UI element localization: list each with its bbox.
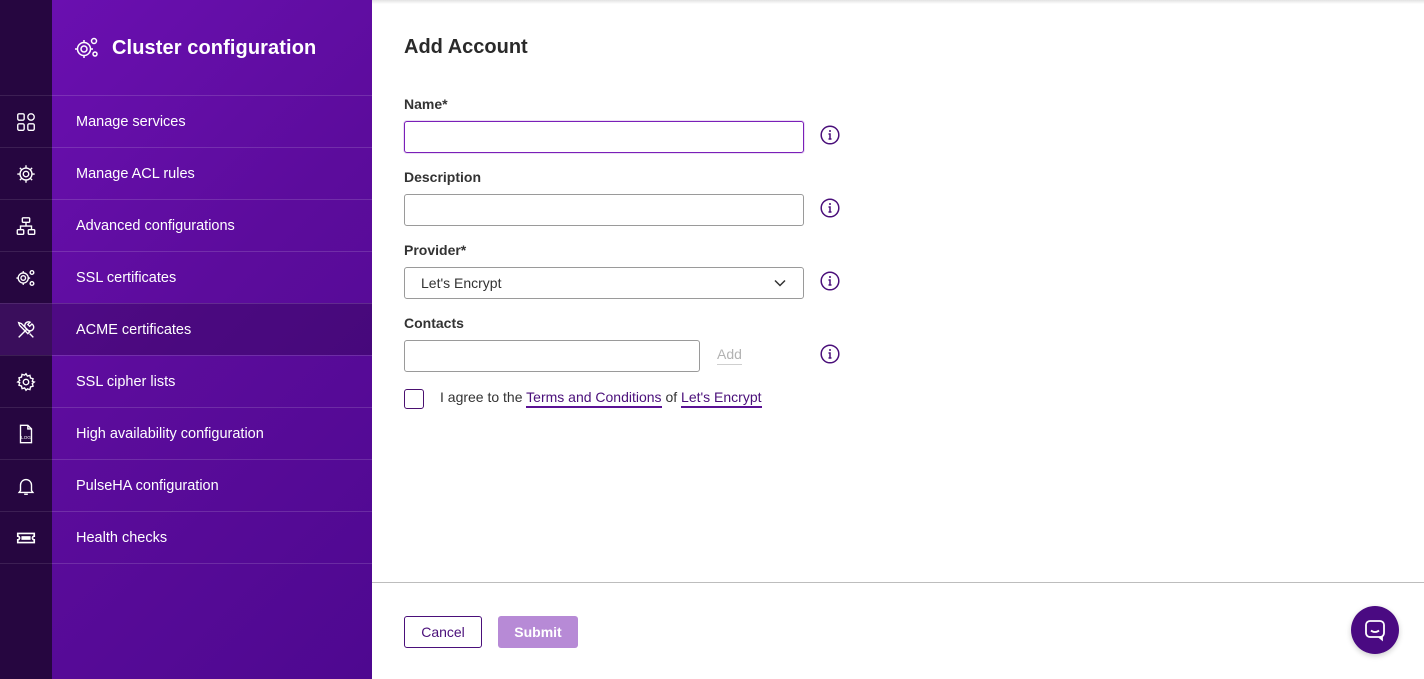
agree-of: of (665, 389, 678, 405)
description-info-icon[interactable] (820, 198, 840, 218)
provider-label: Provider* (404, 242, 467, 258)
sidebar-title: Cluster configuration (112, 36, 317, 59)
sidebar: Cluster configuration Manage services Ma… (52, 0, 372, 679)
contacts-label: Contacts (404, 315, 464, 331)
icon-rail: LOG (0, 0, 52, 679)
agree-checkbox[interactable] (404, 389, 424, 409)
name-input[interactable] (404, 121, 804, 153)
sidebar-item-manage-services[interactable]: Manage services (52, 95, 372, 147)
rail-gear-icon-2[interactable] (0, 355, 52, 407)
agree-prefix: I agree to the (440, 389, 523, 405)
rail-network-icon[interactable] (0, 199, 52, 251)
chat-launcher-button[interactable] (1351, 606, 1399, 654)
contacts-info-icon[interactable] (820, 344, 840, 364)
sidebar-item-high-availability[interactable]: High availability configuration (52, 407, 372, 459)
rail-ticket-icon[interactable] (0, 511, 52, 563)
rail-gear-icon[interactable] (0, 147, 52, 199)
name-info-icon[interactable] (820, 125, 840, 145)
description-label: Description (404, 169, 482, 185)
chevron-down-icon (774, 279, 786, 287)
add-contact-button[interactable]: Add (717, 346, 742, 365)
description-input[interactable] (404, 194, 804, 226)
submit-button[interactable]: Submit (498, 616, 578, 648)
agree-text: I agree to the Terms and Conditions of L… (440, 389, 762, 408)
svg-text:LOG: LOG (21, 435, 31, 440)
sidebar-header: Cluster configuration (52, 0, 372, 96)
terms-link[interactable]: Terms and Conditions (526, 389, 662, 408)
footer-divider (372, 582, 1424, 583)
sidebar-item-health-checks[interactable]: Health checks (52, 511, 372, 563)
chat-icon (1365, 620, 1385, 642)
cancel-button[interactable]: Cancel (404, 616, 482, 648)
sidebar-item-ssl-cipher-lists[interactable]: SSL cipher lists (52, 355, 372, 407)
sidebar-item-ssl-certificates[interactable]: SSL certificates (52, 251, 372, 303)
sidebar-divider (52, 563, 372, 564)
sidebar-item-pulseha[interactable]: PulseHA configuration (52, 459, 372, 511)
name-label: Name* (404, 96, 448, 112)
contacts-input[interactable] (404, 340, 700, 372)
provider-selected-value: Let's Encrypt (421, 275, 502, 291)
provider-select[interactable]: Let's Encrypt (404, 267, 804, 299)
provider-info-icon[interactable] (820, 271, 840, 291)
rail-gears-icon[interactable] (0, 251, 52, 303)
rail-divider (0, 563, 52, 564)
rail-bell-icon[interactable] (0, 459, 52, 511)
cluster-gears-icon (75, 37, 98, 58)
page-title: Add Account (404, 36, 528, 58)
sidebar-item-advanced-configurations[interactable]: Advanced configurations (52, 199, 372, 251)
rail-grid-icon[interactable] (0, 95, 52, 147)
sidebar-item-manage-acl-rules[interactable]: Manage ACL rules (52, 147, 372, 199)
top-shadow (372, 0, 1424, 4)
rail-log-file-icon[interactable]: LOG (0, 407, 52, 459)
rail-tools-icon[interactable] (0, 303, 52, 355)
provider-link[interactable]: Let's Encrypt (681, 389, 762, 408)
sidebar-item-acme-certificates[interactable]: ACME certificates (52, 303, 372, 355)
